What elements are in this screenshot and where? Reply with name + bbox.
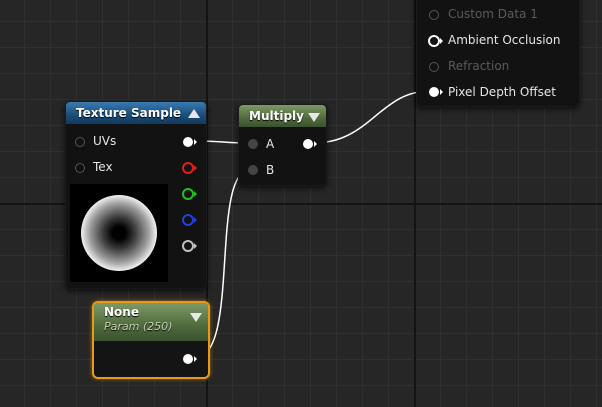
r-output-arrow-icon (194, 165, 197, 171)
custom-data-1-pin[interactable] (429, 10, 439, 20)
material-graph-canvas[interactable]: Custom Data 1 Ambient Occlusion Refracti… (0, 0, 602, 407)
param-output-pin[interactable] (183, 354, 193, 364)
a-output-arrow-icon (194, 243, 197, 249)
scalar-parameter-node[interactable]: None Param (250) (92, 301, 210, 379)
g-output-pin[interactable] (182, 188, 194, 200)
multiply-output-arrow-icon (314, 141, 317, 147)
texture-sample-title: Texture Sample (76, 106, 182, 120)
refraction-pin[interactable] (429, 62, 439, 72)
multiply-output-pin[interactable] (303, 139, 313, 149)
b-input-label: B (266, 163, 275, 177)
ambient-occlusion-pin[interactable] (428, 35, 440, 47)
multiply-title: Multiply (249, 109, 304, 123)
custom-data-1-label: Custom Data 1 (448, 7, 538, 21)
ambient-occlusion-pin-arrow-icon (440, 38, 443, 44)
uvs-input-label: UVs (93, 134, 117, 148)
collapse-arrow-icon[interactable] (190, 313, 202, 322)
a-input-label: A (266, 137, 275, 151)
texture-sample-node[interactable]: Texture Sample UVs Tex (65, 101, 207, 289)
param-header[interactable]: None Param (250) (94, 303, 208, 341)
wire-multiply-to-pixel-depth-offset (313, 90, 431, 144)
r-output-pin[interactable] (182, 162, 194, 174)
material-output-node[interactable]: Custom Data 1 Ambient Occlusion Refracti… (416, 0, 580, 107)
collapse-arrow-icon[interactable] (308, 113, 320, 122)
texture-sample-header[interactable]: Texture Sample (66, 102, 206, 124)
pixel-depth-offset-label: Pixel Depth Offset (448, 85, 556, 99)
texture-preview-image (81, 195, 157, 271)
b-input-pin[interactable] (248, 165, 258, 175)
b-output-pin[interactable] (182, 214, 194, 226)
rgb-output-pin-arrow-icon (194, 139, 197, 145)
refraction-label: Refraction (448, 59, 510, 73)
tex-input-pin[interactable] (75, 163, 85, 173)
ambient-occlusion-label: Ambient Occlusion (448, 33, 561, 47)
a-output-pin[interactable] (182, 240, 194, 252)
rgb-output-pin[interactable] (183, 137, 193, 147)
pixel-depth-offset-pin-arrow-icon (440, 89, 443, 95)
texture-preview (70, 184, 168, 282)
a-input-pin[interactable] (248, 139, 258, 149)
param-output-arrow-icon (194, 356, 197, 362)
pixel-depth-offset-pin[interactable] (429, 87, 439, 97)
multiply-node[interactable]: Multiply A B (238, 104, 327, 186)
uvs-input-pin[interactable] (75, 137, 85, 147)
multiply-header[interactable]: Multiply (239, 105, 326, 127)
tex-input-label: Tex (93, 160, 113, 174)
collapse-arrow-icon[interactable] (188, 109, 200, 118)
b-output-arrow-icon (194, 217, 197, 223)
g-output-arrow-icon (194, 191, 197, 197)
